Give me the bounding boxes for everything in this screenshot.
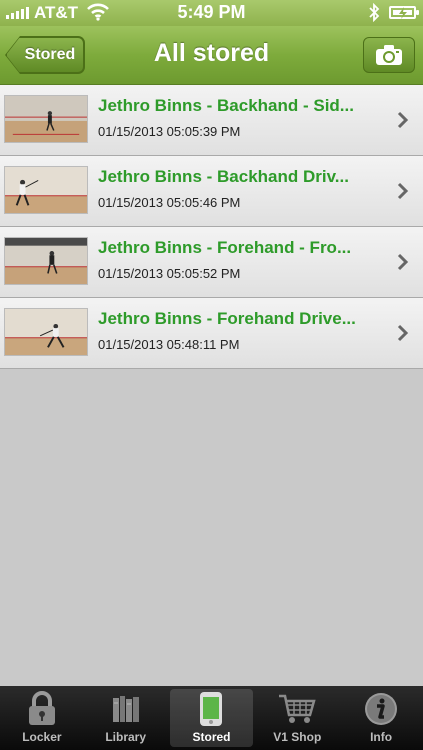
list-item[interactable]: Jethro Binns - Backhand - Sid... 01/15/2… xyxy=(0,85,423,156)
video-date: 01/15/2013 05:05:52 PM xyxy=(98,266,241,281)
phone-icon xyxy=(200,692,223,726)
list-item[interactable]: Jethro Binns - Backhand Driv... 01/15/20… xyxy=(0,156,423,227)
list-item[interactable]: Jethro Binns - Forehand Drive... 01/15/2… xyxy=(0,298,423,369)
video-thumbnail xyxy=(4,237,88,285)
tab-info[interactable]: Info xyxy=(339,686,423,750)
video-title: Jethro Binns - Forehand - Fro... xyxy=(98,238,352,257)
info-icon xyxy=(365,693,398,725)
tab-locker[interactable]: Locker xyxy=(0,686,84,750)
status-time: 5:49 PM xyxy=(177,2,246,22)
chevron-right-icon xyxy=(397,324,409,342)
camera-button[interactable] xyxy=(363,37,415,73)
battery-icon xyxy=(389,6,419,19)
chevron-right-icon xyxy=(397,111,409,129)
tab-v1-shop[interactable]: V1 Shop xyxy=(255,686,339,750)
video-date: 01/15/2013 05:05:46 PM xyxy=(98,195,241,210)
video-title: Jethro Binns - Backhand Driv... xyxy=(98,167,349,186)
video-thumbnail xyxy=(4,166,88,214)
camera-icon xyxy=(376,45,402,65)
tab-label: Library xyxy=(105,730,147,744)
video-title: Jethro Binns - Backhand - Sid... xyxy=(98,96,354,115)
page-title: All stored xyxy=(153,39,270,67)
video-date: 01/15/2013 05:05:39 PM xyxy=(98,124,241,139)
video-thumbnail xyxy=(4,308,88,356)
bluetooth-icon xyxy=(369,3,380,22)
tab-bar: Locker Library Stored V1 Shop Info xyxy=(0,686,423,750)
cart-icon xyxy=(279,694,316,723)
chevron-right-icon xyxy=(397,182,409,200)
video-date: 01/15/2013 05:48:11 PM xyxy=(98,337,240,352)
lock-icon xyxy=(28,691,55,725)
video-thumbnail xyxy=(4,95,88,143)
tab-stored[interactable]: Stored xyxy=(169,689,254,747)
tab-label: V1 Shop xyxy=(273,730,322,744)
chevron-right-icon xyxy=(397,253,409,271)
status-bar: AT&T 5:49 PM xyxy=(0,0,423,26)
tab-label: Locker xyxy=(22,730,62,744)
tab-library[interactable]: Library xyxy=(84,686,168,750)
tab-label: Info xyxy=(370,730,393,744)
books-icon xyxy=(112,696,139,722)
navigation-bar: Stored All stored xyxy=(0,26,423,85)
video-title: Jethro Binns - Forehand Drive... xyxy=(98,309,356,328)
list-item[interactable]: Jethro Binns - Forehand - Fro... 01/15/2… xyxy=(0,227,423,298)
tab-label: Stored xyxy=(192,730,231,744)
stored-videos-list: Jethro Binns - Backhand - Sid... 01/15/2… xyxy=(0,85,423,369)
